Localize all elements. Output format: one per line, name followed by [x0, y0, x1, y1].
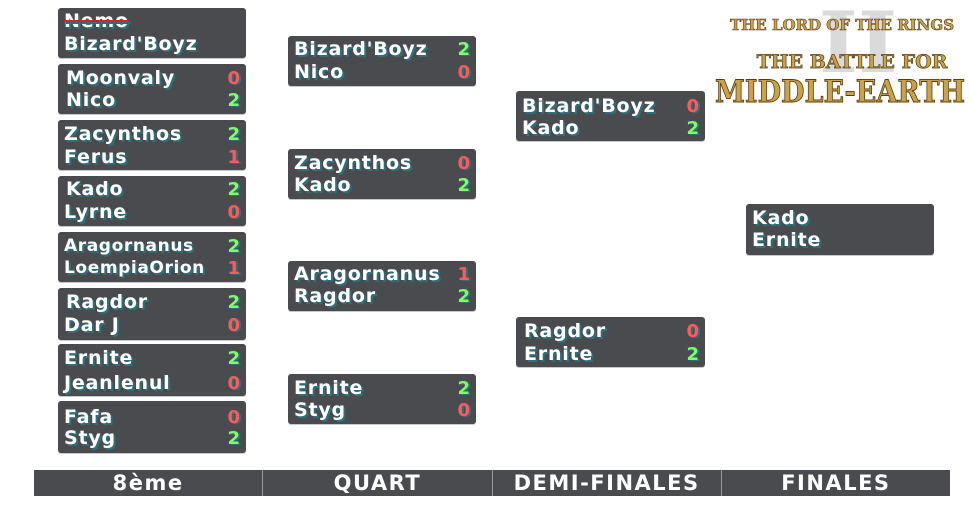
player-score: 0: [227, 314, 240, 336]
player-name: Lyrne: [64, 201, 127, 223]
match-qf-4: Ernite 2 Styg 0: [288, 374, 476, 424]
player-name: Nico: [66, 89, 116, 111]
player-name: Bizard'Boyz: [64, 33, 198, 55]
player-score: 2: [686, 117, 699, 139]
player-name: Styg: [294, 399, 346, 421]
player-name: Nico: [294, 61, 344, 83]
player-score: 2: [227, 178, 240, 200]
player-name: Ernite: [294, 377, 364, 399]
match-r16-2: Moonvaly 0 Nico 2: [58, 64, 246, 114]
match-r16-8: Fafa 0 Styg 2: [58, 401, 246, 453]
player-score: 0: [227, 406, 240, 428]
match-sf-1: Bizard'Boyz 0 Kado 2: [516, 91, 705, 141]
player-name: Nemo: [64, 10, 129, 32]
player-score: 2: [227, 291, 240, 313]
game-logo: II THE LORD OF THE RINGS THE BATTLE FOR …: [715, 4, 966, 110]
player-name: Dar J: [64, 314, 120, 336]
player-score: 1: [227, 257, 240, 279]
player-score: 0: [457, 399, 470, 421]
match-r16-4: Kado 2 Lyrne 0: [58, 176, 246, 226]
match-qf-3: Aragornanus 1 Ragdor 2: [288, 261, 476, 311]
match-r16-7: Ernite 2 Jeanlenul 0: [58, 344, 246, 396]
player-name: Moonvaly: [66, 67, 176, 89]
player-name: Aragornanus: [64, 236, 194, 256]
match-sf-2: Ragdor 0 Ernite 2: [516, 317, 705, 367]
player-score: 0: [227, 67, 240, 89]
player-score: 0: [457, 61, 470, 83]
player-name: Zacynthos: [64, 123, 182, 145]
player-name: Aragornanus: [294, 263, 441, 285]
player-score: 2: [227, 123, 240, 145]
player-name: Ragdor: [66, 291, 148, 313]
player-score: 0: [686, 95, 699, 117]
match-r16-3: Zacynthos 2 Ferus 1: [58, 120, 246, 170]
player-name: Bizard'Boyz: [294, 38, 428, 60]
player-score: 1: [227, 146, 240, 168]
player-name: Styg: [64, 427, 116, 449]
round-label-8eme: 8ème: [112, 471, 184, 495]
logo-line1: THE LORD OF THE RINGS: [730, 16, 954, 34]
match-r16-6: Ragdor 2 Dar J 0: [58, 288, 246, 340]
player-name: Kado: [522, 117, 580, 139]
round-label-quart: QUART: [262, 470, 491, 496]
player-name: Ferus: [64, 146, 128, 168]
player-name: Kado: [66, 178, 124, 200]
logo-line3: MIDDLE-EARTH: [715, 74, 965, 110]
round-label-demi-finales: DEMI-FINALES: [491, 470, 721, 496]
round-labels-bar: 8ème QUART DEMI-FINALES FINALES: [34, 470, 950, 496]
player-score: 0: [227, 372, 240, 394]
logo-line2: THE BATTLE FOR: [757, 51, 948, 73]
player-name: Kado: [752, 207, 810, 229]
player-score: 2: [686, 343, 699, 365]
player-score: 1: [457, 263, 470, 285]
player-score: 0: [686, 320, 699, 342]
player-name: Ragdor: [294, 285, 376, 307]
player-name: Ragdor: [524, 320, 606, 342]
player-name: Zacynthos: [294, 152, 412, 174]
player-score: 2: [457, 377, 470, 399]
player-name: Ernite: [752, 229, 822, 251]
match-r16-1: Nemo Bizard'Boyz: [58, 8, 246, 58]
match-final: Kado Ernite: [746, 204, 934, 255]
player-score: 2: [457, 174, 470, 196]
player-score: 0: [457, 152, 470, 174]
match-qf-2: Zacynthos 0 Kado 2: [288, 149, 476, 199]
player-name: Bizard'Boyz: [522, 95, 656, 117]
player-score: 2: [457, 38, 470, 60]
player-name: Kado: [294, 174, 352, 196]
match-r16-5: Aragornanus 2 LoempiaOrion 1: [58, 232, 246, 282]
player-score: 2: [227, 347, 240, 369]
player-name: Jeanlenul: [64, 372, 171, 394]
player-name: Ernite: [524, 343, 594, 365]
player-name: LoempiaOrion: [64, 258, 205, 278]
player-score: 2: [227, 235, 240, 257]
match-qf-1: Bizard'Boyz 2 Nico 0: [288, 36, 476, 86]
player-score: 2: [457, 285, 470, 307]
player-name: Fafa: [64, 406, 113, 428]
player-score: 2: [227, 427, 240, 449]
round-label-finales: FINALES: [720, 470, 950, 496]
player-score: 0: [227, 201, 240, 223]
player-score: 2: [227, 89, 240, 111]
player-name: Ernite: [64, 347, 134, 369]
